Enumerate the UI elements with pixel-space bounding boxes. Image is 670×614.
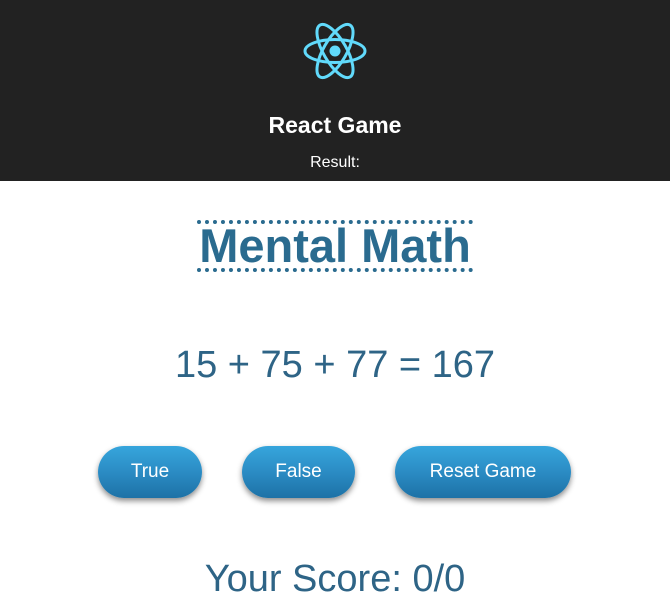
page-title-text: Mental Math — [197, 219, 473, 272]
reset-game-button[interactable]: Reset Game — [395, 446, 571, 498]
app-header: React Game Result: — [0, 0, 670, 181]
page-title: Mental Math — [0, 220, 670, 284]
true-button[interactable]: True — [98, 446, 202, 498]
math-equation: 15 + 75 + 77 = 167 — [174, 344, 496, 386]
score-display: Your Score: 0/0 — [204, 558, 466, 600]
result-label: Result: — [310, 154, 360, 171]
app-title: React Game — [268, 112, 402, 138]
react-atom-icon — [303, 22, 367, 80]
false-button[interactable]: False — [242, 446, 355, 498]
